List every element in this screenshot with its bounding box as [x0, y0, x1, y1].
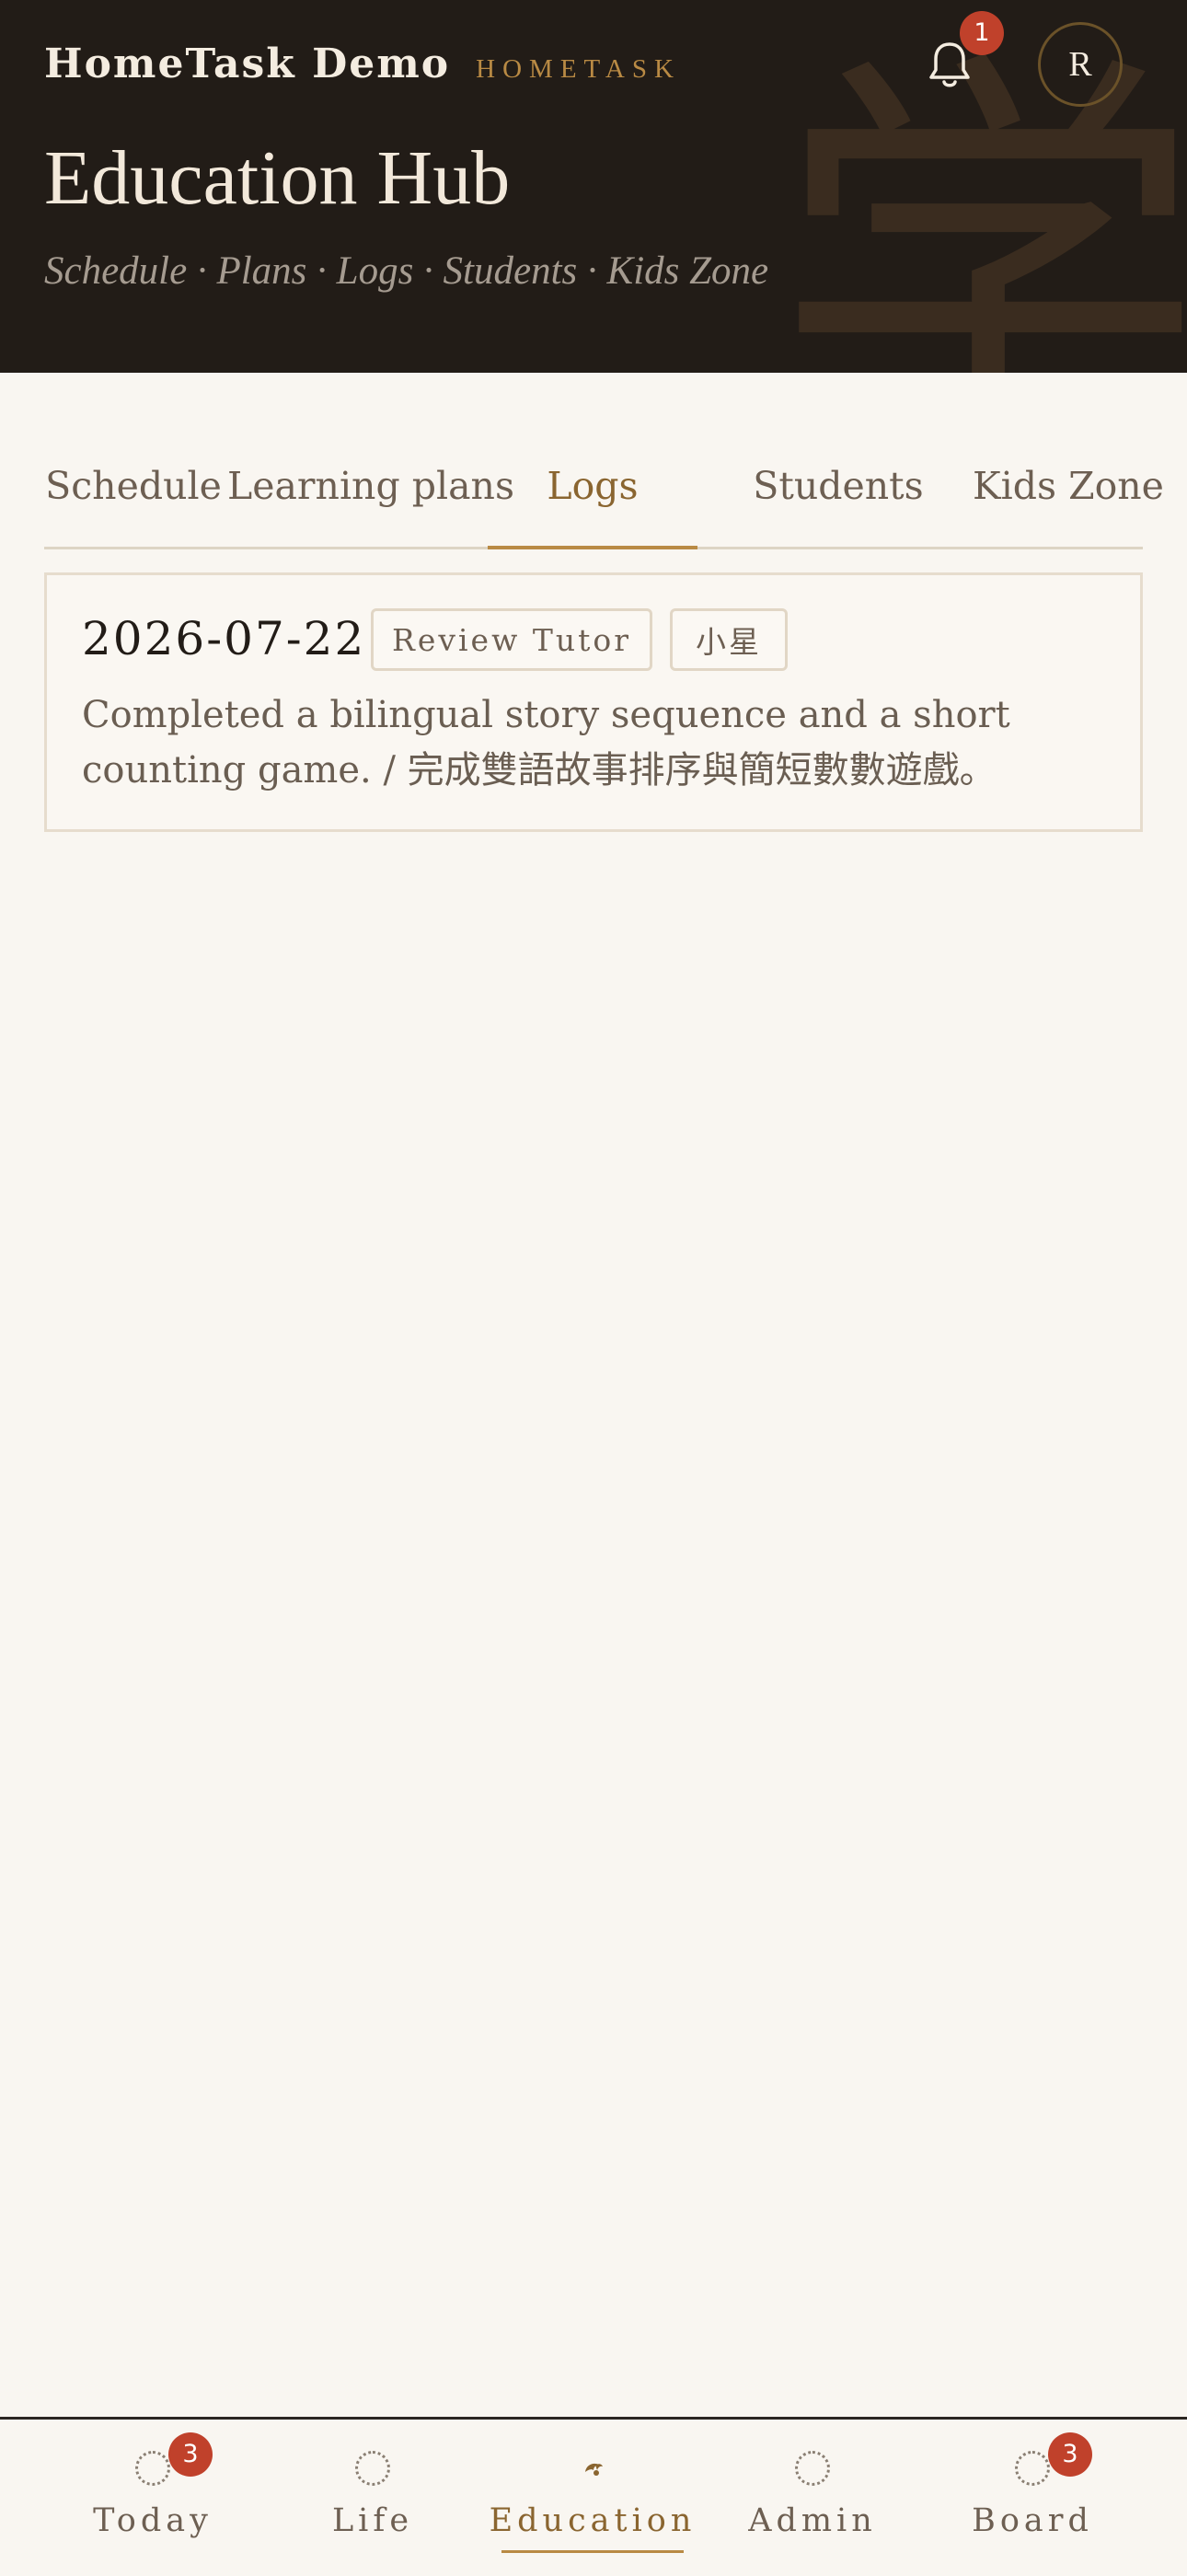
dotted-circle-icon — [1015, 2451, 1050, 2486]
dotted-circle-icon — [795, 2451, 830, 2486]
log-description: Completed a bilingual story sequence and… — [82, 694, 1010, 791]
page-title: Education Hub — [44, 135, 511, 221]
log-author-chip: Review Tutor — [371, 608, 652, 671]
tab-students[interactable]: Students — [705, 425, 972, 547]
nav-label-today: Today — [93, 2502, 213, 2539]
tab-schedule[interactable]: Schedule — [44, 425, 223, 547]
watermark-glyph: 学 — [773, 19, 1187, 374]
nav-today-badge: 3 — [168, 2432, 213, 2477]
tab-logs[interactable]: Logs — [488, 425, 697, 549]
nav-item-life[interactable]: Life — [267, 2420, 478, 2576]
log-date: 2026-07-22 — [82, 612, 366, 665]
section-tabs: Schedule Learning plans Logs Students Ki… — [44, 425, 1164, 549]
nav-label-admin: Admin — [748, 2502, 877, 2539]
tab-learning-plans[interactable]: Learning plans — [225, 425, 517, 547]
nav-label-board: Board — [972, 2502, 1093, 2539]
active-nav-indicator — [501, 2550, 684, 2553]
brand-name: HomeTask Demo — [44, 40, 451, 87]
bottom-navigation: 3 Today Life Education Admin 3 Board — [0, 2417, 1187, 2576]
nav-board-badge: 3 — [1048, 2432, 1092, 2477]
dotted-circle-icon — [355, 2451, 390, 2486]
nav-label-life: Life — [331, 2502, 414, 2539]
nav-item-education[interactable]: Education — [487, 2420, 698, 2576]
page-subtitle: Schedule · Plans · Logs · Students · Kid… — [44, 249, 769, 293]
nav-item-today[interactable]: 3 Today — [47, 2420, 259, 2576]
nav-item-admin[interactable]: Admin — [707, 2420, 918, 2576]
dotted-circle-icon — [135, 2451, 170, 2486]
user-avatar[interactable]: R — [1038, 22, 1123, 107]
tab-kids-zone[interactable]: Kids Zone — [935, 425, 1187, 547]
log-student-chip: 小星 — [670, 608, 788, 671]
notification-count-badge: 1 — [960, 11, 1004, 55]
nav-item-board[interactable]: 3 Board — [927, 2420, 1138, 2576]
nav-label-education: Education — [489, 2502, 697, 2539]
leaf-icon — [585, 2463, 603, 2476]
app-header: 学 HomeTask Demo HOMETASK 1 R Education H… — [0, 0, 1187, 373]
brand-tag: HOMETASK — [476, 54, 681, 84]
log-entry-card[interactable]: 2026-07-22 Review Tutor 小星 Completed a b… — [44, 572, 1143, 832]
brand[interactable]: HomeTask Demo HOMETASK — [44, 40, 681, 92]
